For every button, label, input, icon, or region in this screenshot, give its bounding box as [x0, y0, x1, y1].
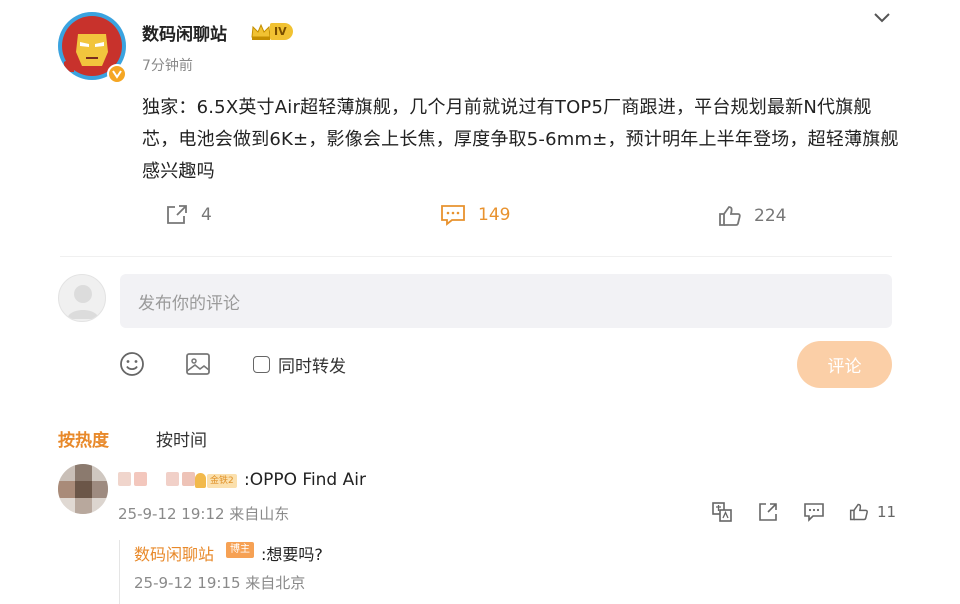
- forward-label: 同时转发: [278, 357, 346, 377]
- share-icon: [167, 205, 187, 224]
- comment-icon: [441, 205, 465, 226]
- reply-author[interactable]: 数码闲聊站: [134, 541, 214, 565]
- fan-badge-label: 金铁2: [207, 473, 237, 488]
- translate-icon[interactable]: [711, 501, 733, 523]
- share-icon[interactable]: [757, 501, 779, 523]
- thumbs-up-icon: [719, 206, 741, 226]
- submit-comment-button[interactable]: 评论: [797, 341, 892, 388]
- level-badge: IV: [250, 22, 293, 41]
- tab-sort-hot[interactable]: 按热度: [58, 426, 109, 451]
- comment-count-button[interactable]: 149: [440, 204, 510, 226]
- comment-count: 149: [478, 205, 511, 225]
- fan-badge-icon: [195, 473, 206, 488]
- comment-input[interactable]: 发布你的评论: [120, 274, 892, 328]
- verified-badge-icon: [107, 64, 127, 84]
- comment-actions: 11: [711, 501, 896, 523]
- reply-meta: 25-9-12 19:15 来自北京: [134, 574, 306, 592]
- image-icon[interactable]: [184, 350, 212, 378]
- chevron-down-icon[interactable]: [872, 10, 892, 24]
- comment-input-placeholder: 发布你的评论: [138, 293, 240, 314]
- comment-text: :OPPO Find Air: [244, 470, 366, 490]
- blurred-avatar-icon: [58, 464, 108, 514]
- fan-badge: 金铁2: [195, 473, 237, 488]
- crown-icon: [251, 23, 271, 40]
- repost-button[interactable]: 4: [165, 204, 212, 226]
- like-button[interactable]: 224: [718, 205, 786, 227]
- blurred-username[interactable]: [118, 472, 195, 486]
- emoji-icon[interactable]: [118, 350, 146, 378]
- reply-text: :想要吗?: [261, 545, 323, 564]
- level-label: IV: [270, 23, 293, 40]
- comment-like-count: 11: [877, 503, 897, 521]
- divider: [60, 256, 892, 257]
- host-badge: 博主: [226, 542, 254, 558]
- post-time: 7分钟前: [142, 58, 193, 74]
- post-text: 独家：6.5X英寸Air超轻薄旗舰，几个月前就说过有TOP5厂商跟进，平台规划最…: [142, 97, 899, 182]
- checkbox-box[interactable]: [253, 356, 270, 373]
- comment-like-button[interactable]: 11: [849, 502, 896, 522]
- commenter-avatar[interactable]: [58, 464, 108, 514]
- default-user-icon: [67, 285, 99, 319]
- forward-checkbox[interactable]: 同时转发: [253, 352, 346, 377]
- reply-icon[interactable]: [803, 501, 825, 523]
- reply-indent-bar: [119, 540, 120, 604]
- comment-meta: 25-9-12 19:12 来自山东: [118, 505, 290, 523]
- current-user-avatar: [58, 274, 106, 322]
- like-count: 224: [754, 206, 787, 226]
- thumbs-up-icon: [849, 503, 868, 521]
- repost-count: 4: [201, 205, 212, 225]
- tab-sort-time[interactable]: 按时间: [156, 426, 207, 451]
- author-name[interactable]: 数码闲聊站: [142, 20, 227, 45]
